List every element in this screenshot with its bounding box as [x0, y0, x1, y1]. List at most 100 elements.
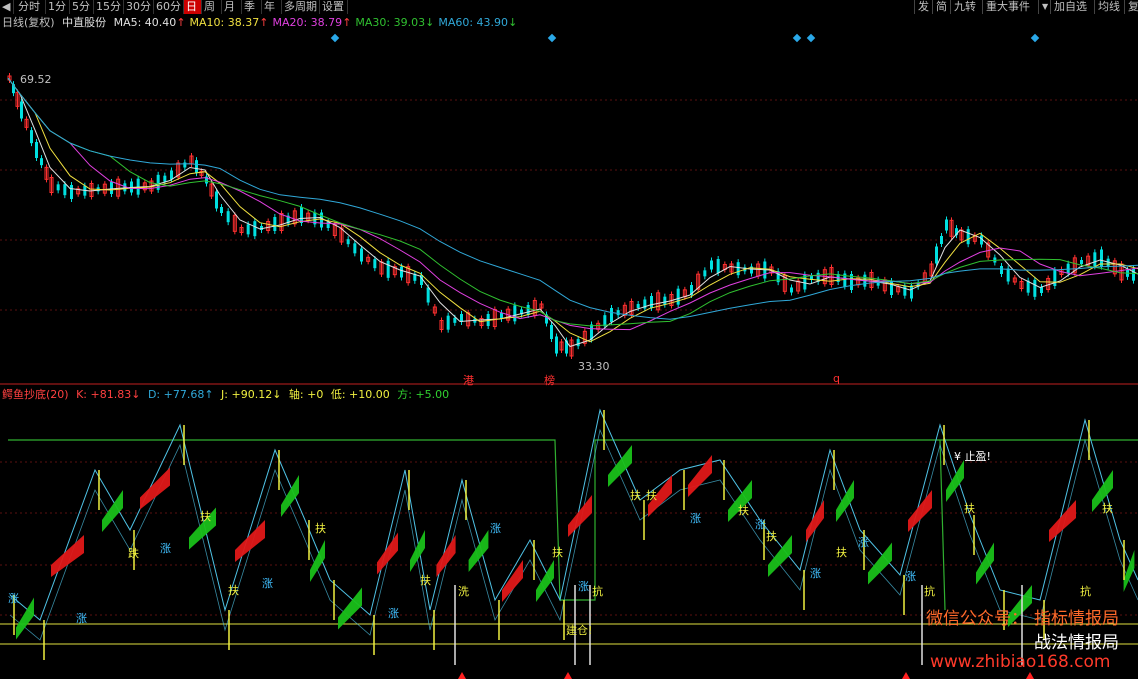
candle-body — [526, 305, 530, 315]
signal-label-zhang: 涨 — [690, 512, 701, 525]
candle-body — [603, 315, 607, 327]
diamond-marker — [547, 33, 557, 43]
candle-body — [446, 315, 450, 330]
candle-body — [716, 259, 720, 273]
candle-body — [710, 260, 713, 270]
signal-label-zhang: 涨 — [755, 518, 766, 531]
price-high-label: 69.52 — [20, 73, 52, 86]
ribbon-segment — [338, 587, 362, 630]
candle-body — [703, 270, 707, 277]
candle-body — [676, 288, 680, 305]
candle-body — [460, 314, 463, 322]
ribbon-segment — [235, 520, 265, 562]
candle-body — [903, 285, 907, 296]
candle-body — [215, 191, 218, 209]
indicator-low: 低: +10.00 — [330, 388, 390, 401]
ma-line-3 — [7, 77, 1138, 327]
signal-label-zhang: 涨 — [160, 542, 171, 555]
indicator-fang: 方: +5.00 — [397, 388, 450, 401]
signal-label-fu: 扶 — [420, 574, 431, 587]
candle-body — [935, 246, 938, 264]
signal-label-fu: 扶 — [200, 510, 211, 523]
ribbon-segment — [836, 480, 854, 522]
ribbon-segment — [608, 445, 632, 487]
candle-body — [1000, 266, 1003, 274]
candle-body — [650, 296, 653, 308]
candle-body — [163, 175, 167, 182]
event-marker-q[interactable]: q — [833, 372, 840, 385]
candle-body — [1093, 252, 1097, 267]
candle-body — [453, 317, 457, 323]
ribbon-segment — [377, 532, 398, 575]
ribbon-segment — [946, 460, 964, 502]
candle-body — [1080, 260, 1083, 264]
candle-body — [360, 248, 363, 262]
candle-body — [736, 262, 740, 276]
signal-label-fu: 扶 — [315, 522, 326, 535]
diamond-marker — [330, 33, 340, 43]
signal-label-fu: 扶 — [738, 504, 749, 517]
candle-body — [790, 287, 793, 293]
candle-body — [513, 305, 517, 322]
signal-label-xi: 洗 — [458, 585, 469, 598]
ribbon-segment — [806, 500, 824, 542]
signal-label-zhang: 涨 — [905, 570, 916, 583]
indicator-axis: 轴: +0 — [288, 388, 324, 401]
candle-body — [110, 182, 113, 194]
ribbon-segment — [1049, 500, 1076, 542]
candle-body — [910, 285, 913, 299]
build-position-label: 建仓! — [566, 624, 593, 637]
candle-body — [663, 296, 667, 305]
candle-body — [226, 211, 230, 223]
watermark-tactic-bureau: 战法情报局 — [1034, 633, 1119, 653]
ribbon-segment — [568, 495, 592, 537]
signal-label-zhang: 涨 — [810, 567, 821, 580]
ribbon-segment — [976, 542, 994, 585]
kline-chart[interactable] — [0, 0, 1138, 679]
box-line-segment — [939, 439, 946, 611]
candle-body — [220, 207, 223, 213]
candle-body — [636, 304, 640, 308]
candle-body — [1040, 287, 1043, 293]
diamond-marker — [1030, 33, 1040, 43]
signal-label-zhang: 涨 — [262, 577, 273, 590]
ma-line-0 — [7, 77, 1138, 348]
signal-label-fu: 扶 — [646, 489, 657, 502]
diamond-marker — [806, 33, 816, 43]
candle-body — [426, 287, 430, 303]
candle-body — [346, 239, 350, 245]
buy-triangle — [458, 672, 466, 679]
ribbon-segment — [688, 455, 712, 497]
candle-body — [63, 184, 67, 196]
indicator-name[interactable]: 鳄鱼抄底(20) — [2, 388, 69, 401]
ma-line-2 — [7, 77, 1138, 331]
signal-label-zhang: 涨 — [76, 612, 87, 625]
ribbon-segment — [502, 560, 523, 602]
stop-profit-label: ¥ 止盈! — [954, 450, 991, 463]
indicator-k: K: +81.83↓ — [76, 388, 141, 401]
candle-body — [940, 236, 943, 244]
signal-label-fu: 扶 — [766, 530, 777, 543]
candle-body — [253, 221, 257, 237]
event-marker-bang[interactable]: 榜 — [544, 372, 555, 388]
ribbon-segment — [436, 535, 456, 577]
candle-body — [373, 259, 377, 269]
candle-body — [353, 243, 357, 254]
candle-body — [400, 266, 403, 278]
signal-label-kang: 抗 — [924, 585, 935, 598]
ribbon-segment — [410, 530, 425, 572]
signal-label-zhang: 涨 — [388, 607, 399, 620]
candle-body — [40, 158, 43, 166]
watermark-indicator-bureau: 指标情报局 — [1034, 609, 1119, 629]
ribbon-segment — [140, 467, 170, 510]
ribbon-segment — [281, 475, 299, 517]
ribbon-segment — [536, 560, 554, 602]
candle-body — [56, 184, 60, 191]
indicator-info-bar: 鳄鱼抄底(20) K: +81.83↓ D: +77.68↑ J: +90.12… — [2, 387, 453, 403]
signal-label-fu: 扶 — [228, 584, 239, 597]
event-marker-gang[interactable]: 港 — [463, 372, 474, 388]
candle-body — [555, 336, 558, 354]
candle-body — [30, 130, 33, 144]
candle-body — [20, 101, 23, 119]
signal-label-fu: 扶 — [1102, 502, 1113, 515]
